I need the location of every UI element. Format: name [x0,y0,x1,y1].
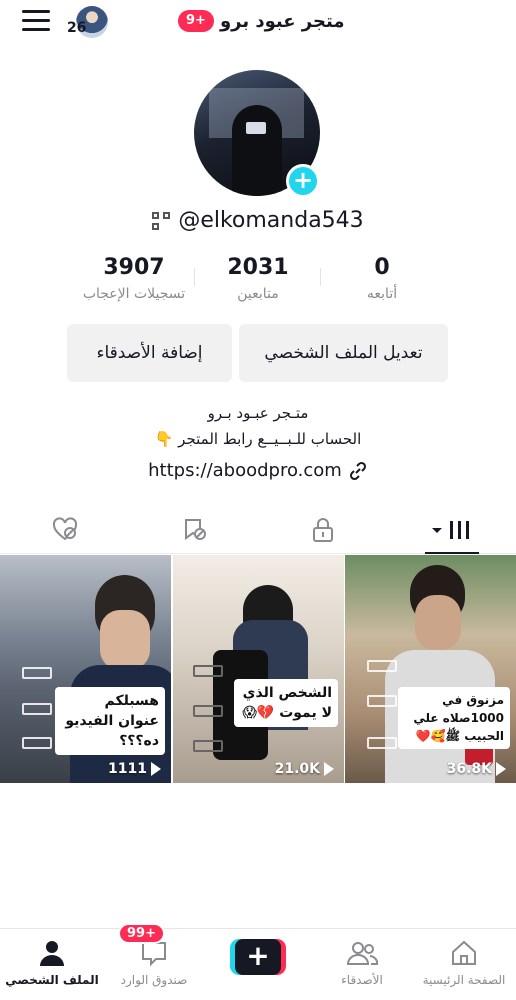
video-thumbnail[interactable]: مزنوق في 1000صلاه علي الحبيب ﷺ🥰❤️ 36.8K [345,555,516,783]
video-caption: مزنوق في 1000صلاه علي الحبيب ﷺ🥰❤️ [398,687,510,749]
profile-tabs [0,506,516,554]
profile-link[interactable]: https://aboodpro.com [0,460,516,481]
view-count: 36.8K [447,761,506,777]
liked-hidden-icon [52,517,77,541]
play-icon [151,762,161,776]
active-tab-indicator [425,552,479,554]
create-button[interactable]: + [230,939,286,975]
stat-value: 0 [374,255,390,280]
tab-saved[interactable] [129,506,258,554]
stat-following[interactable]: 0 أتابعه [317,254,447,302]
nav-label: صندوق الوارد [120,973,188,987]
video-thumbnail[interactable]: هسبلكم عنوان الفيديو ده؟؟؟ 1111 [0,555,171,783]
username: @elkomanda543 [178,208,364,233]
nav-inbox[interactable]: 99+ صندوق الوارد [104,923,204,1000]
stat-label: أتابعه [366,286,398,302]
nav-label: الأصدقاء [341,973,383,987]
play-icon [496,762,506,776]
grid-videos-icon [431,521,469,539]
bio-line: الحساب للـبــيــع رابط المتجر 👇 [154,430,362,448]
nav-label: الملف الشخصي [5,973,99,987]
stat-value: 3907 [103,255,165,280]
view-count: 1111 [108,761,161,777]
views-value: 36.8K [446,761,492,777]
tab-videos[interactable] [387,506,516,554]
stat-label: متابعين [237,286,279,302]
friends-icon [346,942,379,965]
notification-badge: 9+ [178,10,214,32]
top-bar: 26 9+ متجر عبود برو [0,0,516,44]
username-row: @elkomanda543 [0,208,516,233]
views-value: 1111 [108,761,147,777]
video-thumbnail[interactable]: الشخص الذي لا يموت 💔😱 21.0K [173,555,344,783]
play-icon [324,762,334,776]
profile-link-text: https://aboodpro.com [148,460,342,481]
saved-hidden-icon [184,519,206,540]
view-count: 21.0K [275,761,334,777]
link-icon [349,461,366,480]
video-grid: هسبلكم عنوان الفيديو ده؟؟؟ 1111 الشخص ال… [0,555,516,783]
edit-profile-button[interactable]: تعديل الملف الشخصي [239,324,448,382]
home-icon [452,940,476,965]
nav-home[interactable]: الصفحة الرئيسية [414,929,514,1000]
tab-private[interactable] [258,506,387,554]
nav-friends[interactable]: الأصدقاء [312,929,412,1000]
profile-icon [40,941,64,966]
plus-icon: + [235,939,281,975]
profile-actions: إضافة الأصدقاء تعديل الملف الشخصي [0,324,516,384]
bio-line: متـجر عبـود بـرو [207,404,309,422]
bottom-nav: الصفحة الرئيسية الأصدقاء + 99+ صندوق الو… [0,923,516,1000]
stat-value: 2031 [227,255,289,280]
nav-profile[interactable]: الملف الشخصي [2,929,102,1000]
add-friends-button[interactable]: إضافة الأصدقاء [67,324,232,382]
stat-followers[interactable]: 2031 متابعين [193,254,323,302]
nav-label: الصفحة الرئيسية [422,973,506,987]
menu-icon[interactable] [22,10,50,34]
lock-icon [312,518,333,542]
inbox-badge: 99+ [118,923,165,944]
add-story-icon[interactable]: + [286,164,320,198]
page-title: متجر عبود برو [219,10,345,32]
tab-liked[interactable] [0,506,129,554]
account-count: 26 [67,20,87,36]
stat-likes[interactable]: 3907 تسجيلات الإعجاب [69,254,199,302]
video-caption: الشخص الذي لا يموت 💔😱 [234,679,338,727]
video-caption: هسبلكم عنوان الفيديو ده؟؟؟ [55,687,165,755]
views-value: 21.0K [274,761,320,777]
profile-bio: متـجر عبـود بـرو الحساب للـبــيــع رابط … [0,400,516,452]
stat-label: تسجيلات الإعجاب [82,286,186,302]
account-title-switcher[interactable]: 9+ متجر عبود برو [178,8,344,34]
qr-code-icon[interactable] [152,211,171,230]
profile-stats: 3907 تسجيلات الإعجاب 2031 متابعين 0 أتاب… [0,254,516,314]
